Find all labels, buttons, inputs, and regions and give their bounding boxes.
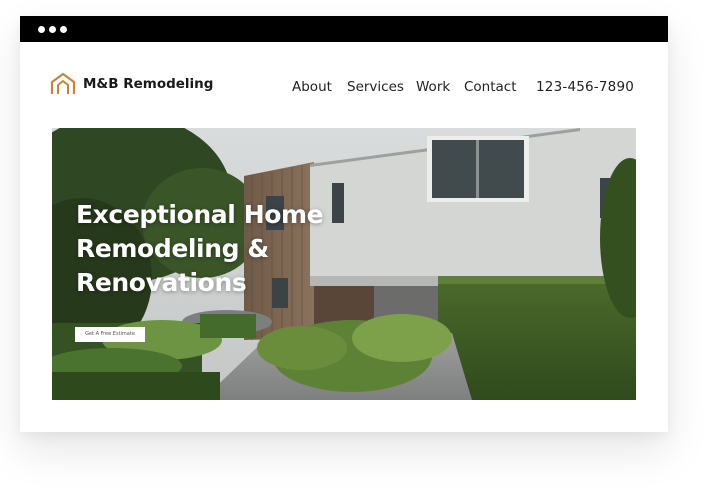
window-dot-icon: [38, 26, 45, 33]
free-estimate-button[interactable]: Get A Free Estimate: [75, 327, 145, 342]
window-titlebar: [20, 16, 668, 42]
site-header: M&B Remodeling About Services Work Conta…: [20, 42, 668, 128]
hero-title-line: Renovations: [76, 268, 247, 297]
brand-name: M&B Remodeling: [83, 76, 214, 92]
browser-window: M&B Remodeling About Services Work Conta…: [20, 16, 668, 432]
window-dot-icon: [49, 26, 56, 33]
nav-link-about[interactable]: About: [292, 79, 332, 95]
nav-phone-link[interactable]: 123-456-7890: [536, 79, 634, 95]
hero-title: Exceptional Home Remodeling & Renovation…: [76, 198, 376, 300]
hero-title-line: Exceptional Home: [76, 200, 324, 229]
house-outline-icon: [50, 72, 76, 94]
hero-section: Exceptional Home Remodeling & Renovation…: [52, 128, 636, 400]
nav-link-services[interactable]: Services: [347, 79, 404, 95]
nav-link-work[interactable]: Work: [416, 79, 450, 95]
nav-link-contact[interactable]: Contact: [464, 79, 517, 95]
hero-title-line: Remodeling &: [76, 234, 269, 263]
window-dot-icon: [60, 26, 67, 33]
